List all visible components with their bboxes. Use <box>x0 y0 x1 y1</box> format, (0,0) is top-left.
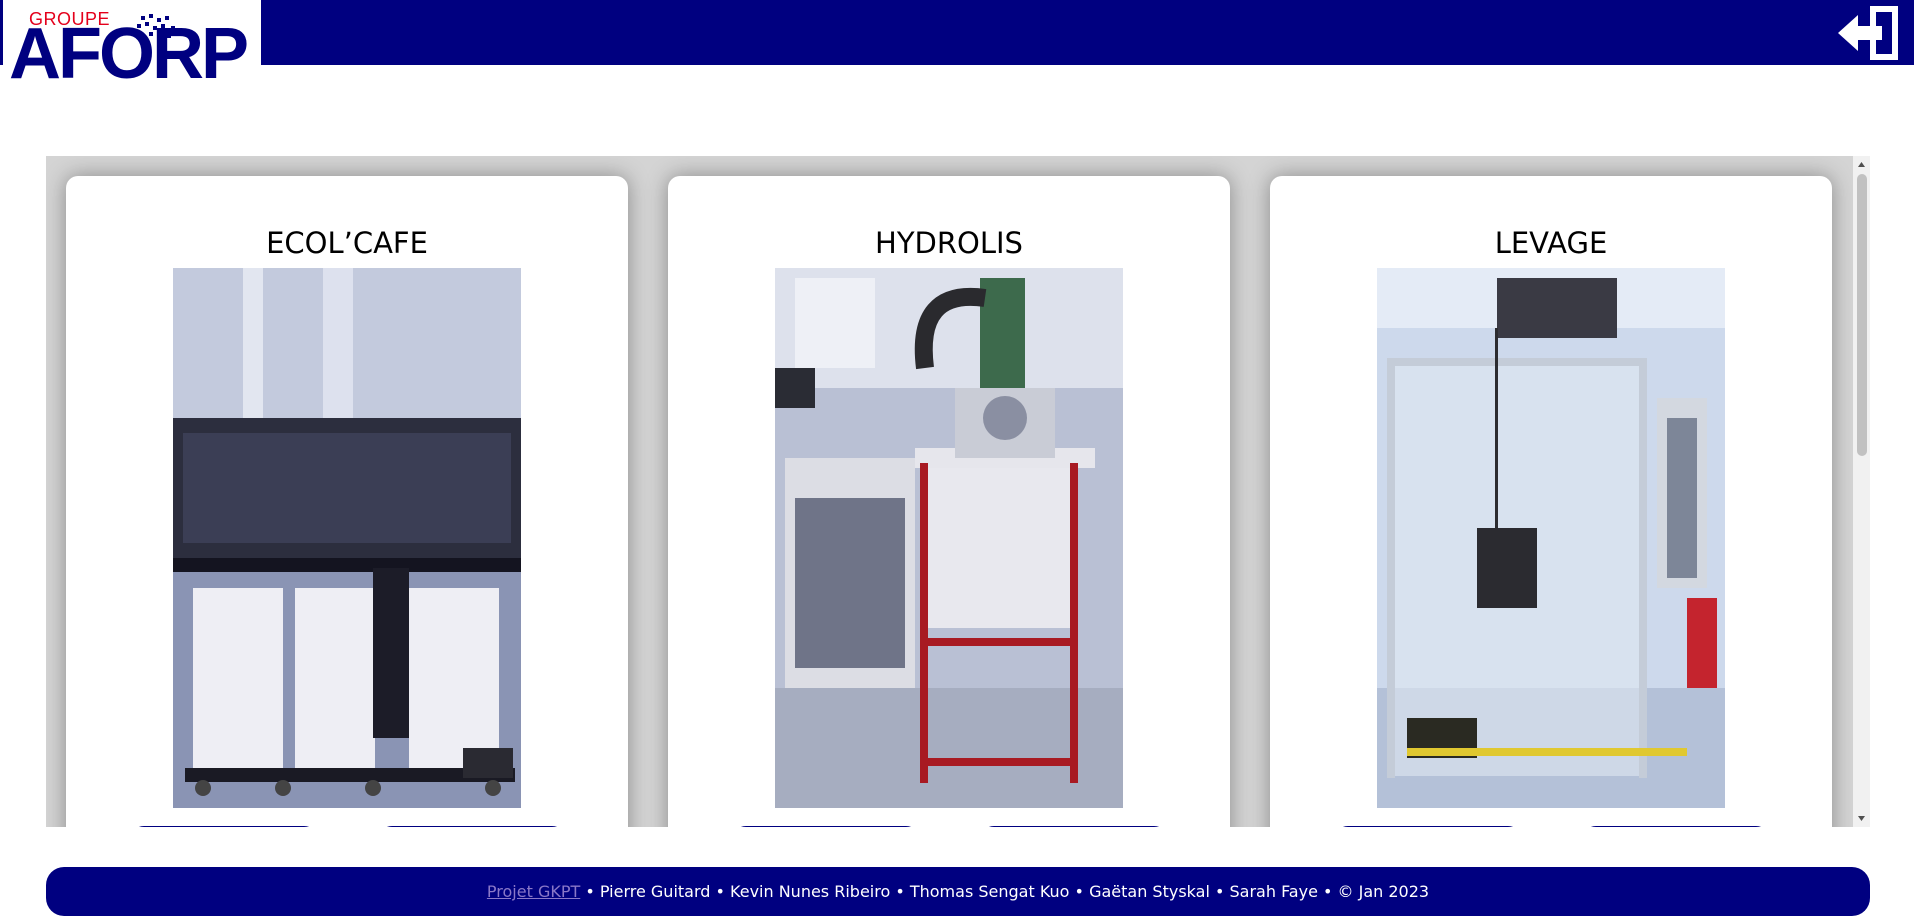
levage-machine-photo <box>1377 268 1725 808</box>
scrollbar-thumb[interactable] <box>1857 174 1867 456</box>
scroll-up-arrow-icon[interactable] <box>1853 158 1870 172</box>
card-hydrolis: HYDROLIS <box>668 176 1230 827</box>
card-title: ECOL’CAFE <box>266 226 428 260</box>
logout-button[interactable] <box>1836 4 1902 62</box>
logout-arrow-icon <box>1838 6 1898 60</box>
aforp-logo[interactable]: GROUPE AFORP <box>3 0 261 94</box>
card-title: HYDROLIS <box>875 226 1023 260</box>
hydrolis-button-1[interactable] <box>732 826 920 827</box>
machines-panel[interactable]: ECOL’CAFE HYDROLIS LEVAGE <box>46 156 1870 827</box>
hydrolis-button-2[interactable] <box>980 826 1168 827</box>
levage-button-1[interactable] <box>1334 826 1522 827</box>
card-levage: LEVAGE <box>1270 176 1832 827</box>
project-link[interactable]: Projet GKPT <box>487 882 580 901</box>
ecolcafe-button-2[interactable] <box>378 826 566 827</box>
scroll-down-arrow-icon[interactable] <box>1853 811 1870 825</box>
levage-button-2[interactable] <box>1582 826 1770 827</box>
logo-aforp-text: AFORP <box>9 14 249 94</box>
card-ecolcafe: ECOL’CAFE <box>66 176 628 827</box>
hydrolis-machine-photo <box>775 268 1123 808</box>
card-title: LEVAGE <box>1494 226 1608 260</box>
logo-pixel-dots-icon <box>133 14 175 38</box>
panel-scrollbar[interactable] <box>1853 156 1870 827</box>
ecolcafe-button-1[interactable] <box>130 826 318 827</box>
footer-credits: • Pierre Guitard • Kevin Nunes Ribeiro •… <box>580 882 1430 901</box>
footer-bar: Projet GKPT • Pierre Guitard • Kevin Nun… <box>46 867 1870 916</box>
ecolcafe-machine-photo <box>173 268 521 808</box>
top-navbar <box>0 0 1914 65</box>
